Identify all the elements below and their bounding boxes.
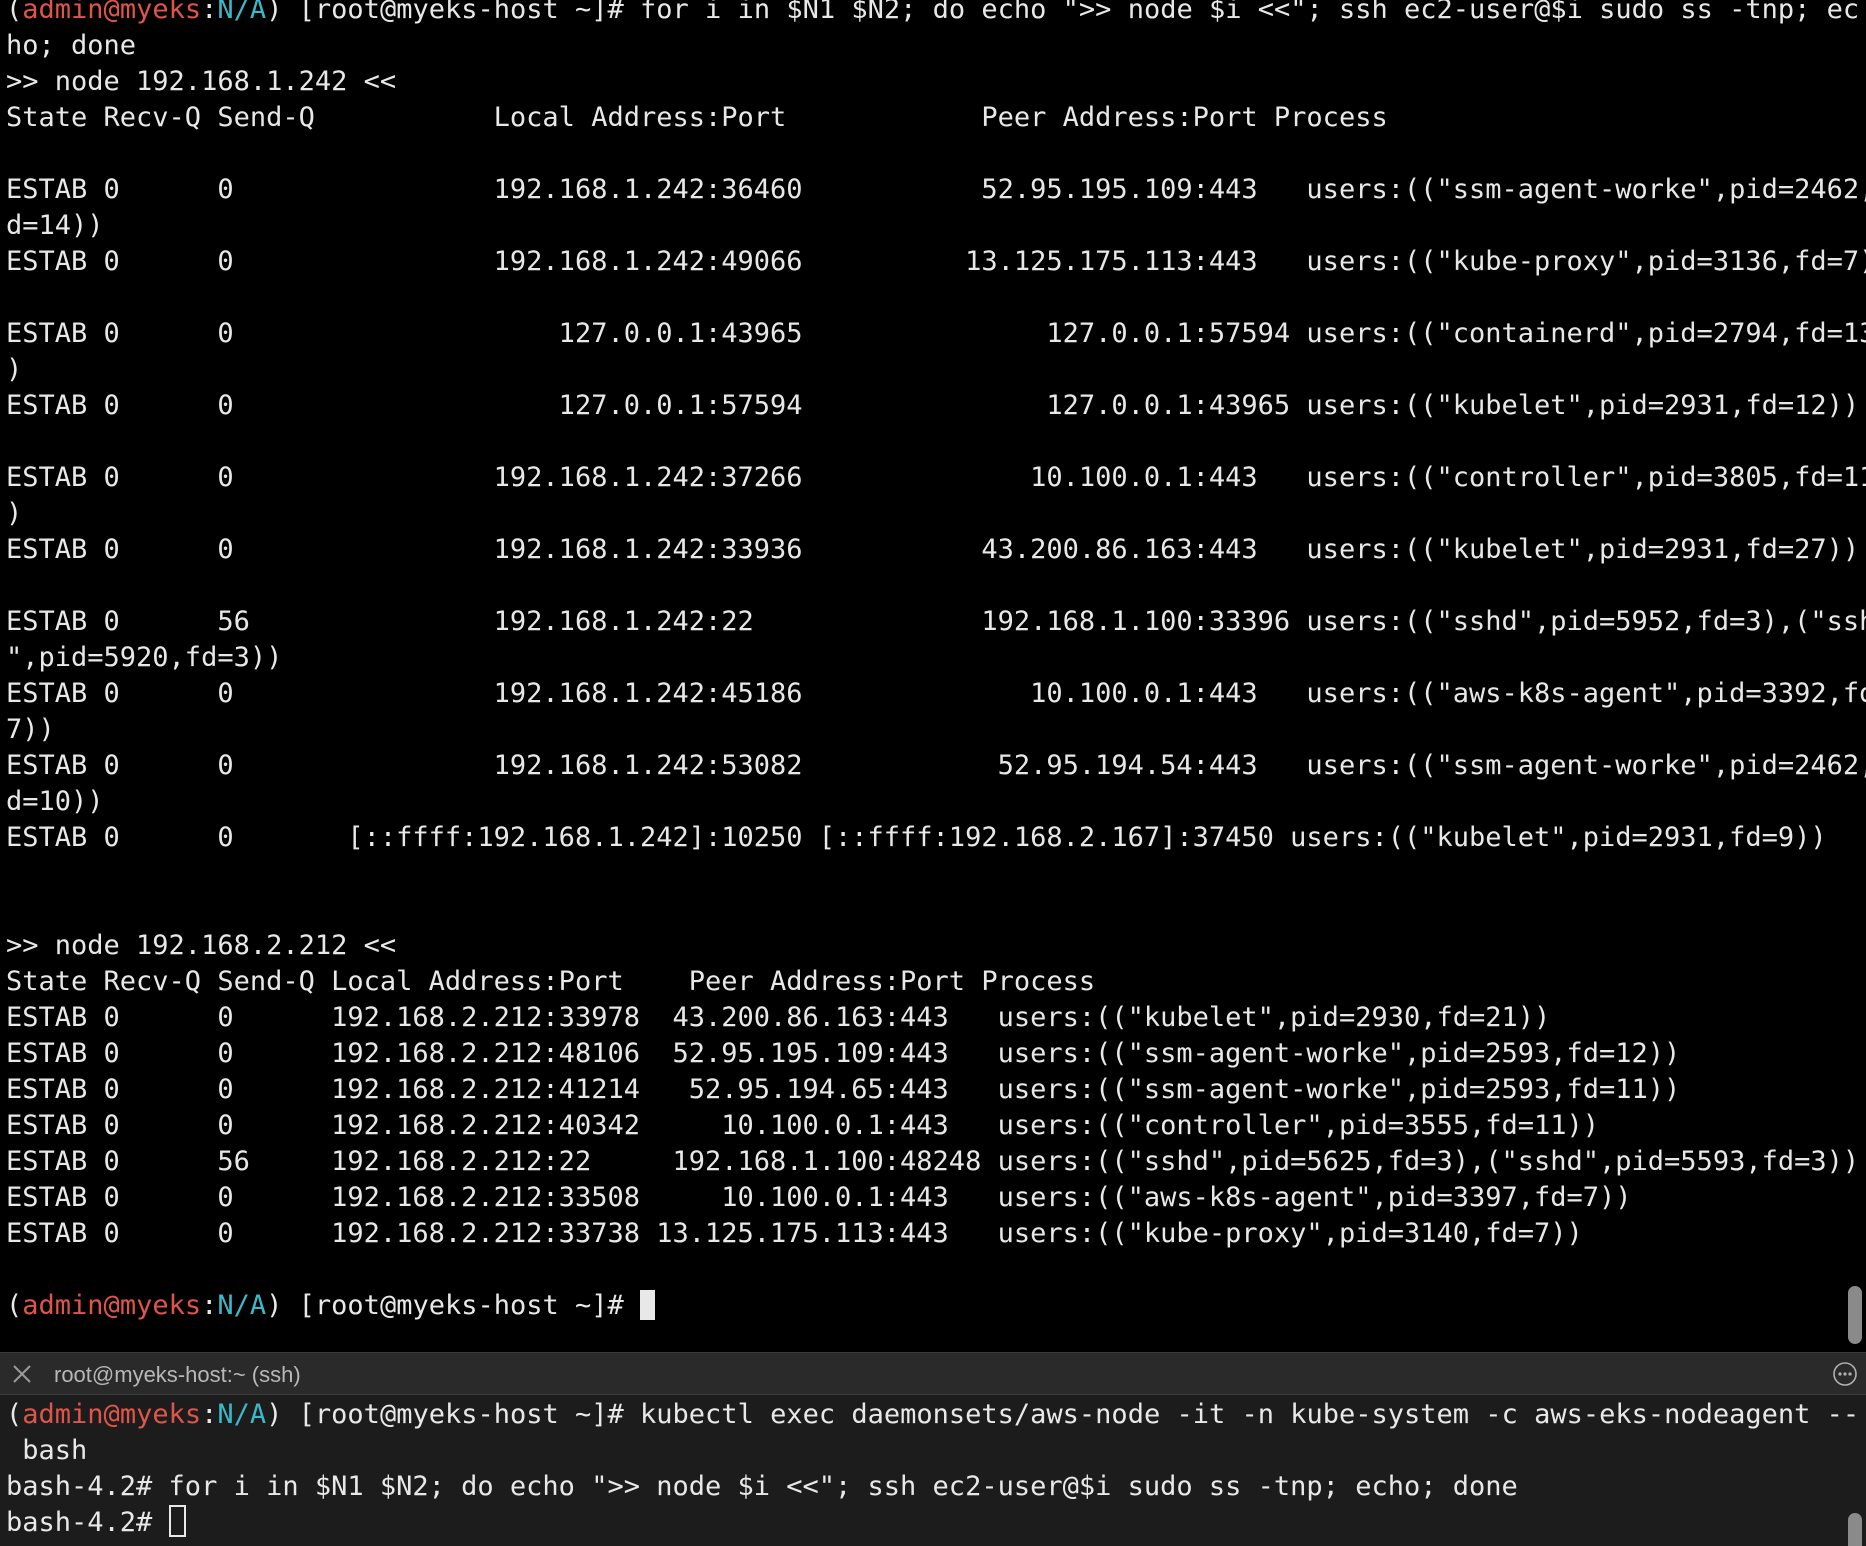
terminal-pane-top[interactable]: (admin@myeks:N/A) [root@myeks-host ~]# f…: [0, 0, 1866, 1352]
prompt-user: admin: [22, 1399, 104, 1430]
prompt-colon: :: [201, 1290, 218, 1321]
output-row: [6, 856, 1836, 892]
output-row: ",pid=5920,fd=3)): [6, 642, 283, 673]
output-row: ESTAB 0 0 127.0.0.1:43965 127.0.0.1:5759…: [6, 318, 1866, 349]
prompt-colon: :: [201, 0, 218, 25]
prompt-namespace: N/A: [217, 0, 267, 25]
text-cursor: [168, 1505, 186, 1537]
prompt-paren-close: ): [266, 1399, 283, 1430]
prompt-user: admin: [22, 1290, 104, 1321]
prompt-user: admin: [22, 0, 104, 25]
prompt-paren: (: [6, 0, 23, 25]
table-header: State Recv-Q Send-Q Local Address:Port P…: [6, 102, 1388, 133]
output-row: ESTAB 0 0 192.168.1.242:37266 10.100.0.1…: [6, 462, 1866, 493]
output-row: [6, 892, 1836, 928]
prompt-paren: (: [6, 1399, 23, 1430]
output-row: ): [6, 498, 23, 529]
output-row: ESTAB 0 0 192.168.1.242:36460 52.95.195.…: [6, 174, 1866, 205]
scrollbar-thumb[interactable]: [1848, 1286, 1862, 1344]
text-cursor: [640, 1290, 656, 1320]
close-icon[interactable]: [10, 1362, 34, 1386]
node-title: >> node 192.168.2.212 <<: [6, 930, 397, 961]
prompt-shell: [root@myeks-host ~]#: [282, 1290, 641, 1321]
output-row: 7)): [6, 714, 55, 745]
prompt-paren-close: ): [266, 1290, 283, 1321]
prompt-at: @: [103, 1399, 120, 1430]
prompt-shell: [root@myeks-host ~]#: [282, 1399, 641, 1430]
output-row: ESTAB 0 56 192.168.2.212:22 192.168.1.10…: [6, 1146, 1860, 1177]
more-options-icon[interactable]: [1832, 1361, 1858, 1387]
table-header: State Recv-Q Send-Q Local Address:Port P…: [6, 966, 1096, 997]
bash-command-line: bash-4.2# for i in $N1 $N2; do echo ">> …: [6, 1471, 1518, 1502]
output-row: [6, 280, 1836, 316]
prompt-cluster: myeks: [119, 1290, 202, 1321]
prompt-namespace: N/A: [217, 1399, 267, 1430]
output-row: ESTAB 0 0 192.168.2.212:33738 13.125.175…: [6, 1218, 1583, 1249]
prompt-namespace: N/A: [217, 1290, 267, 1321]
bash-prompt-line[interactable]: bash-4.2#: [6, 1505, 1836, 1541]
pane-title-bar: root@myeks-host:~ (ssh): [0, 1352, 1866, 1395]
output-row: ESTAB 0 0 192.168.2.212:48106 52.95.195.…: [6, 1038, 1681, 1069]
prompt-cluster: myeks: [119, 1399, 202, 1430]
current-prompt[interactable]: (admin@myeks:N/A) [root@myeks-host ~]#: [6, 1288, 1836, 1324]
node1-output: ESTAB 0 0 192.168.1.242:36460 52.95.195.…: [6, 136, 1866, 928]
output-row: ESTAB 0 0 192.168.2.212:40342 10.100.0.1…: [6, 1110, 1600, 1141]
prompt-paren-close: ): [266, 0, 283, 25]
bash-prompt: bash-4.2#: [6, 1507, 169, 1538]
node2-output: ESTAB 0 0 192.168.2.212:33978 43.200.86.…: [6, 1000, 1860, 1288]
output-row: [6, 568, 1836, 604]
output-row: ESTAB 0 0 127.0.0.1:57594 127.0.0.1:4396…: [6, 390, 1860, 421]
output-row: ESTAB 0 56 192.168.1.242:22 192.168.1.10…: [6, 606, 1866, 637]
scrollbar-thumb[interactable]: [1848, 1513, 1862, 1546]
node-title: >> node 192.168.1.242 <<: [6, 66, 397, 97]
command-text: for i in $N1 $N2; do echo ">> node $i <<…: [640, 0, 1860, 25]
output-row: ESTAB 0 0 [::ffff:192.168.1.242]:10250 […: [6, 822, 1827, 853]
command-text: kubectl exec daemonsets/aws-node -it -n …: [640, 1399, 1860, 1430]
output-row: ): [6, 354, 23, 385]
output-row: [6, 1252, 1836, 1288]
output-row: ESTAB 0 0 192.168.2.212:41214 52.95.194.…: [6, 1074, 1681, 1105]
prompt-at: @: [103, 0, 120, 25]
output-row: ESTAB 0 0 192.168.1.242:53082 52.95.194.…: [6, 750, 1866, 781]
prompt-at: @: [103, 1290, 120, 1321]
command-line-wrap: ho; done: [6, 30, 137, 61]
command-line: (admin@myeks:N/A) [root@myeks-host ~]# k…: [6, 1397, 1859, 1433]
output-row: ESTAB 0 0 192.168.1.242:33936 43.200.86.…: [6, 534, 1860, 565]
terminal-pane-bottom[interactable]: (admin@myeks:N/A) [root@myeks-host ~]# k…: [0, 1395, 1866, 1546]
command-line: (admin@myeks:N/A) [root@myeks-host ~]# f…: [6, 0, 1859, 28]
output-row: [6, 424, 1836, 460]
prompt-paren: (: [6, 1290, 23, 1321]
prompt-shell: [root@myeks-host ~]#: [282, 0, 641, 25]
prompt-cluster: myeks: [119, 0, 202, 25]
output-row: [6, 136, 1836, 172]
output-row: ESTAB 0 0 192.168.2.212:33978 43.200.86.…: [6, 1002, 1551, 1033]
prompt-colon: :: [201, 1399, 218, 1430]
output-row: ESTAB 0 0 192.168.1.242:49066 13.125.175…: [6, 246, 1866, 277]
output-row: ESTAB 0 0 192.168.1.242:45186 10.100.0.1…: [6, 678, 1866, 709]
command-line-wrap: bash: [6, 1435, 88, 1466]
output-row: ESTAB 0 0 192.168.2.212:33508 10.100.0.1…: [6, 1182, 1632, 1213]
output-row: d=10)): [6, 786, 104, 817]
output-row: d=14)): [6, 210, 104, 241]
pane-title: root@myeks-host:~ (ssh): [54, 1362, 301, 1387]
